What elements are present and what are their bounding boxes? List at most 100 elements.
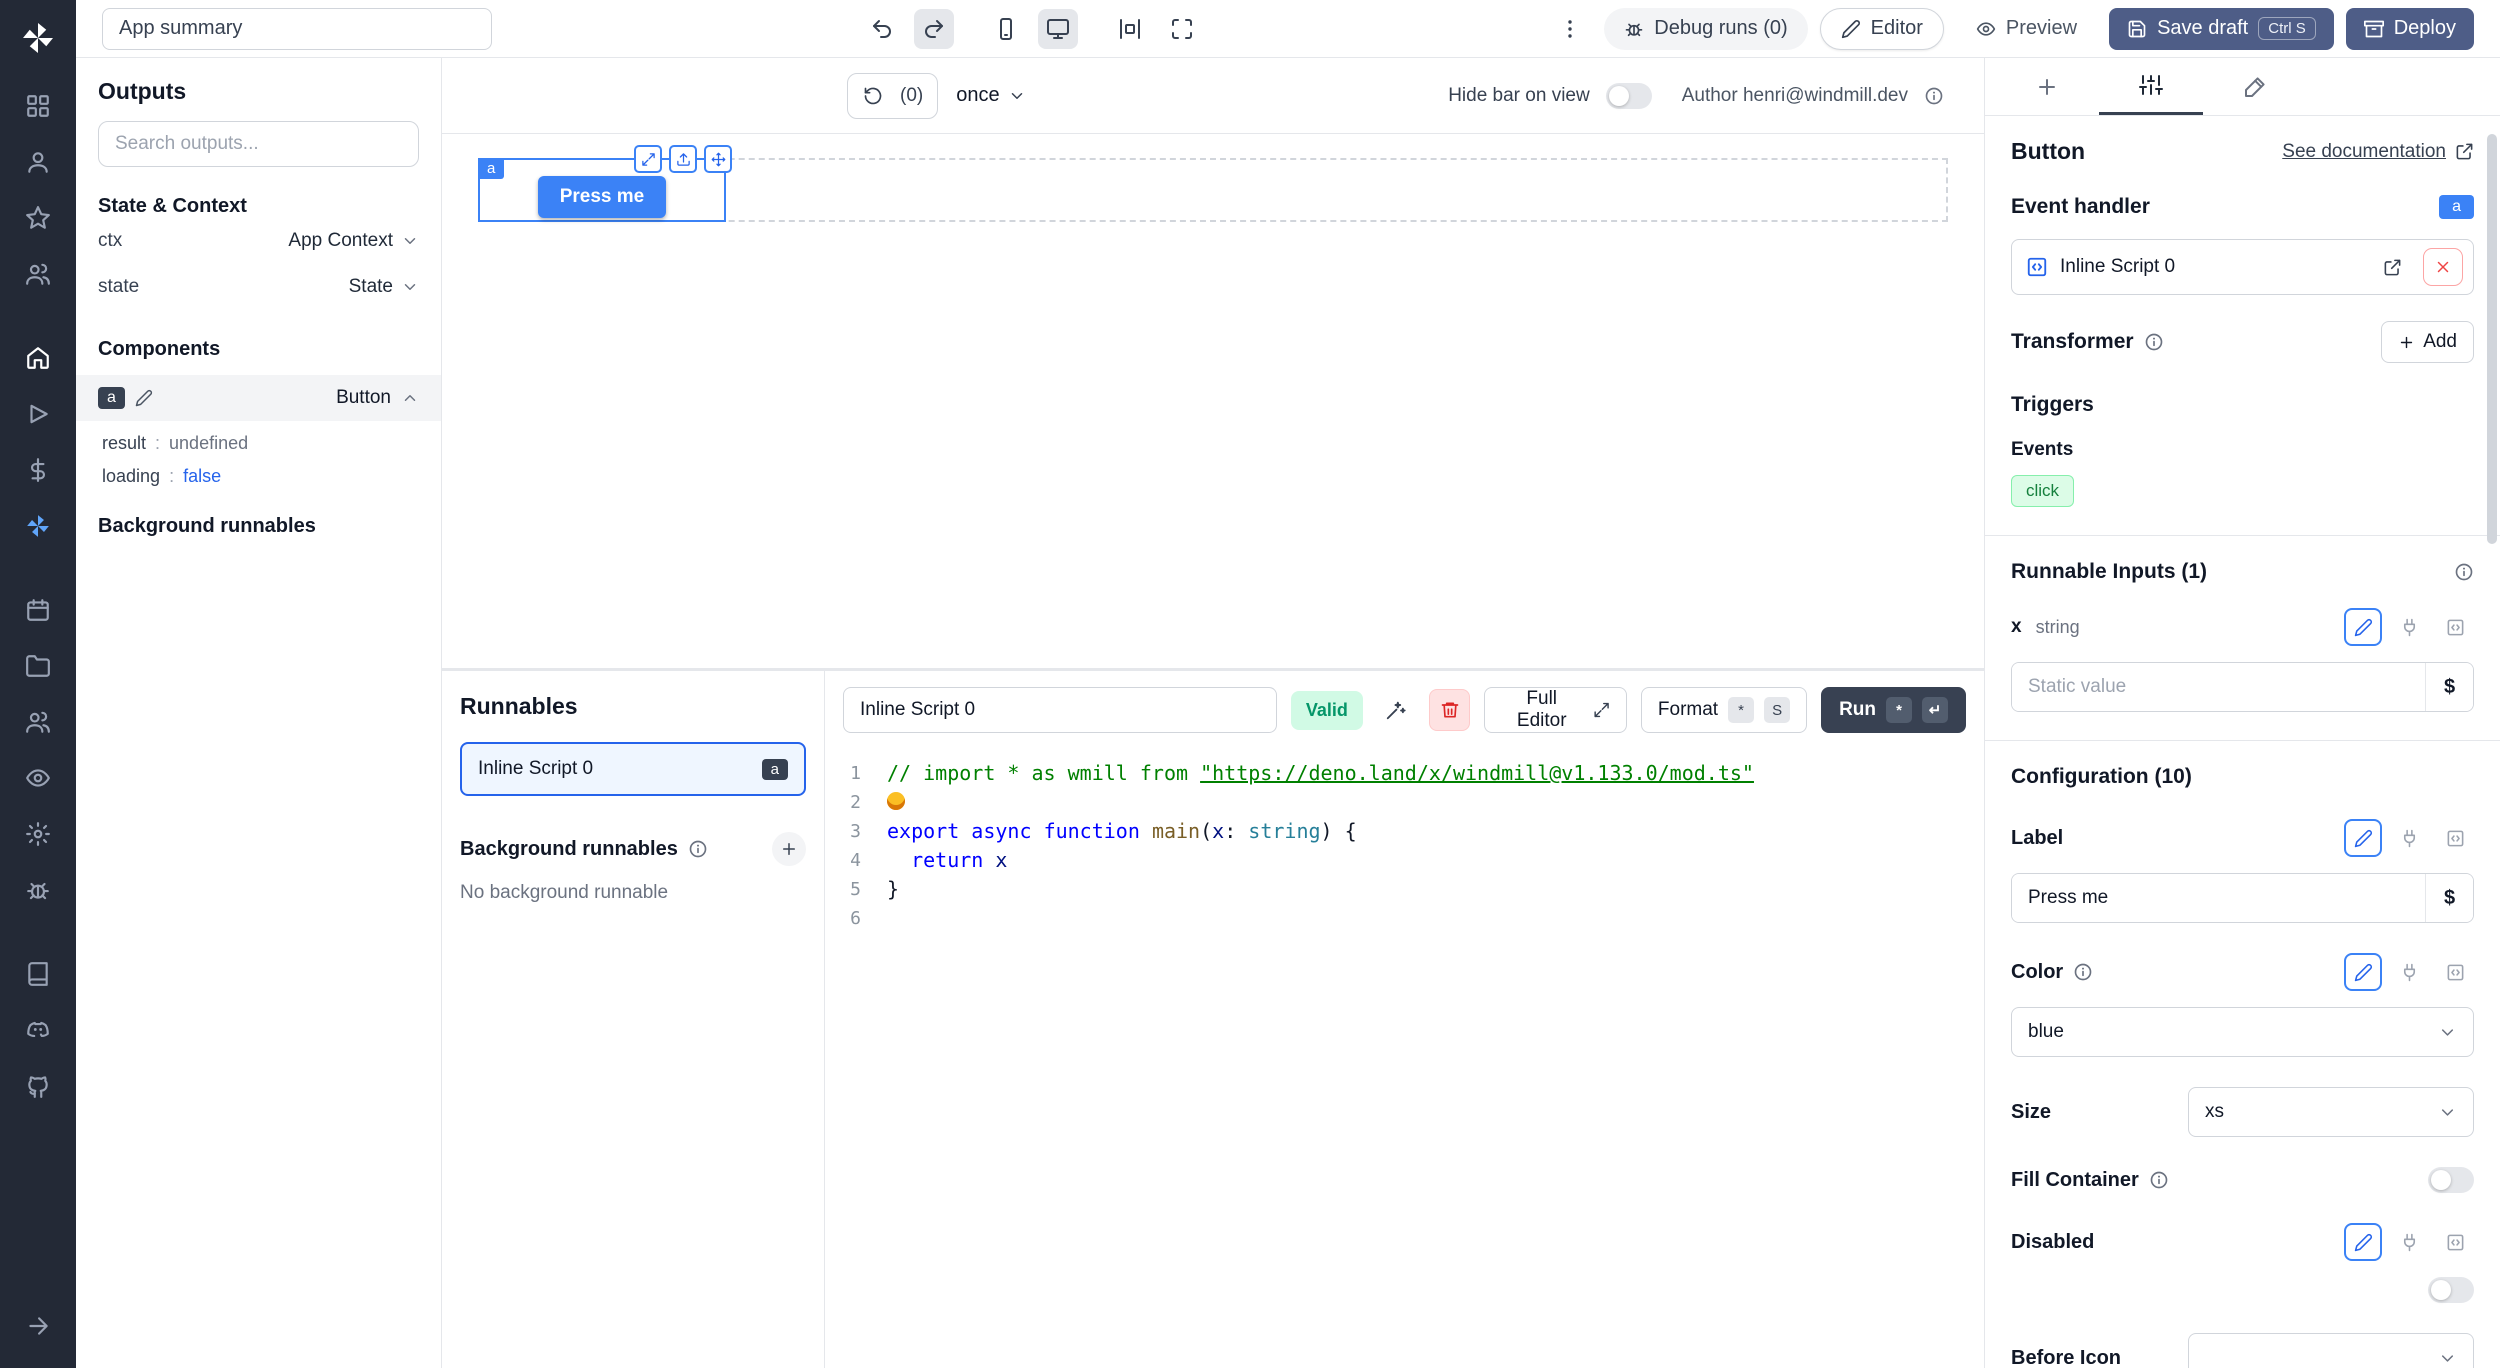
settings-scrollbar[interactable] xyxy=(2487,134,2497,544)
deploy-button[interactable]: Deploy xyxy=(2346,8,2474,50)
code-line[interactable]: 4 return x xyxy=(825,846,1984,875)
tab-styling-icon[interactable] xyxy=(2203,58,2307,115)
format-button[interactable]: Format * S xyxy=(1641,687,1807,733)
remove-script-icon[interactable] xyxy=(2423,248,2463,286)
ctx-row[interactable]: ctx App Context xyxy=(98,218,419,264)
ai-wand-icon[interactable] xyxy=(1377,690,1415,730)
code-line[interactable]: 5} xyxy=(825,875,1984,904)
connect-mode-plug-icon[interactable] xyxy=(2390,1223,2428,1261)
connect-mode-plug-icon[interactable] xyxy=(2390,953,2428,991)
template-dollar-button[interactable]: $ xyxy=(2425,874,2473,922)
schedule-select[interactable]: once xyxy=(956,84,1025,107)
runnable-item[interactable]: Inline Script 0 a xyxy=(460,742,806,796)
connect-mode-plug-icon[interactable] xyxy=(2390,819,2428,857)
nav-runs-icon[interactable] xyxy=(16,392,60,436)
eval-mode-code-icon[interactable] xyxy=(2436,953,2474,991)
refresh-button[interactable] xyxy=(848,74,898,118)
nav-debug-icon[interactable] xyxy=(16,868,60,912)
mobile-view-icon[interactable] xyxy=(986,9,1026,49)
info-icon[interactable] xyxy=(1924,86,1944,106)
nav-folders-icon[interactable] xyxy=(16,644,60,688)
nav-discord-icon[interactable] xyxy=(16,1008,60,1052)
desktop-view-icon[interactable] xyxy=(1038,9,1078,49)
search-outputs-input[interactable] xyxy=(98,121,419,167)
nav-user-icon[interactable] xyxy=(16,140,60,184)
tab-settings-icon[interactable] xyxy=(2099,58,2203,115)
nav-apps-icon[interactable] xyxy=(16,84,60,128)
nav-github-icon[interactable] xyxy=(16,1064,60,1108)
button-component[interactable]: a Press me xyxy=(478,158,726,222)
code-line[interactable]: 6 xyxy=(825,904,1984,933)
anchor-component-icon[interactable] xyxy=(669,145,697,173)
code-line[interactable]: 1// import * as wmill from "https://deno… xyxy=(825,759,1984,788)
add-background-runnable-button[interactable] xyxy=(772,832,806,866)
nav-windmill-icon[interactable] xyxy=(16,504,60,548)
size-select[interactable]: xs xyxy=(2188,1087,2474,1137)
undo-icon[interactable] xyxy=(862,9,902,49)
save-draft-button[interactable]: Save draft Ctrl S xyxy=(2109,8,2334,50)
hide-bar-toggle[interactable] xyxy=(1606,83,1652,109)
run-button[interactable]: Run * ↵ xyxy=(1821,687,1966,733)
code-editor[interactable]: 1// import * as wmill from "https://deno… xyxy=(825,749,1984,1368)
static-mode-pencil-icon[interactable] xyxy=(2344,608,2382,646)
static-mode-pencil-icon[interactable] xyxy=(2344,819,2382,857)
connect-mode-plug-icon[interactable] xyxy=(2390,608,2428,646)
output-prop-result[interactable]: result : undefined xyxy=(98,433,419,454)
center-layout-icon[interactable] xyxy=(1110,9,1150,49)
expand-component-icon[interactable] xyxy=(634,145,662,173)
nav-audit-icon[interactable] xyxy=(16,756,60,800)
disabled-toggle[interactable] xyxy=(2428,1277,2474,1303)
line-number: 3 xyxy=(825,817,887,846)
static-mode-pencil-icon[interactable] xyxy=(2344,953,2382,991)
state-row[interactable]: state State xyxy=(98,264,419,310)
static-value-input[interactable] xyxy=(2012,663,2425,711)
nav-settings-icon[interactable] xyxy=(16,812,60,856)
windmill-logo[interactable] xyxy=(16,16,60,60)
template-dollar-button[interactable]: $ xyxy=(2425,663,2473,711)
eval-mode-code-icon[interactable] xyxy=(2436,1223,2474,1261)
preview-button[interactable]: Preview xyxy=(1956,8,2097,50)
info-icon xyxy=(2149,1170,2169,1190)
tab-insert-icon[interactable] xyxy=(1995,58,2099,115)
app-canvas[interactable]: a Press me xyxy=(442,134,1984,668)
fill-container-toggle[interactable] xyxy=(2428,1167,2474,1193)
bottom-panel: Runnables Inline Script 0 a Background r… xyxy=(442,668,1984,1368)
static-mode-pencil-icon[interactable] xyxy=(2344,1223,2382,1261)
component-output-row[interactable]: a Button xyxy=(76,375,441,421)
info-icon xyxy=(2144,332,2164,352)
nav-workers-icon[interactable] xyxy=(16,700,60,744)
open-script-icon[interactable] xyxy=(2373,248,2411,286)
s-key-kbd: S xyxy=(1764,697,1790,723)
output-prop-loading[interactable]: loading : false xyxy=(98,466,419,487)
code-line[interactable]: 3export async function main(x: string) { xyxy=(825,817,1984,846)
label-value-input[interactable] xyxy=(2012,874,2425,922)
eval-mode-code-icon[interactable] xyxy=(2436,608,2474,646)
app-summary-input[interactable] xyxy=(102,8,492,50)
more-menu-icon[interactable] xyxy=(1550,9,1590,49)
redo-icon[interactable] xyxy=(914,9,954,49)
move-component-icon[interactable] xyxy=(704,145,732,173)
before-icon-select[interactable] xyxy=(2188,1333,2474,1368)
nav-favorites-icon[interactable] xyxy=(16,196,60,240)
full-editor-button[interactable]: Full Editor xyxy=(1484,687,1627,733)
nav-schedules-icon[interactable] xyxy=(16,588,60,632)
editor-button[interactable]: Editor xyxy=(1820,8,1944,50)
eval-mode-code-icon[interactable] xyxy=(2436,819,2474,857)
debug-runs-button[interactable]: Debug runs (0) xyxy=(1604,8,1807,50)
see-documentation-link[interactable]: See documentation xyxy=(2282,141,2474,163)
nav-docs-icon[interactable] xyxy=(16,952,60,996)
press-me-button[interactable]: Press me xyxy=(538,176,667,218)
script-name-input[interactable] xyxy=(843,687,1277,733)
nav-variables-icon[interactable] xyxy=(16,448,60,492)
nav-home-icon[interactable] xyxy=(16,336,60,380)
color-select[interactable]: blue xyxy=(2011,1007,2474,1057)
fullscreen-icon[interactable] xyxy=(1162,9,1202,49)
nav-groups-icon[interactable] xyxy=(16,252,60,296)
inline-script-row[interactable]: Inline Script 0 xyxy=(2011,239,2474,295)
code-line[interactable]: 2 xyxy=(825,788,1984,817)
lightbulb-icon[interactable] xyxy=(887,792,905,810)
collapse-sidebar-icon[interactable] xyxy=(16,1304,60,1348)
delete-script-icon[interactable] xyxy=(1429,689,1469,731)
pencil-icon[interactable] xyxy=(135,389,153,407)
add-transformer-button[interactable]: Add xyxy=(2381,321,2474,363)
